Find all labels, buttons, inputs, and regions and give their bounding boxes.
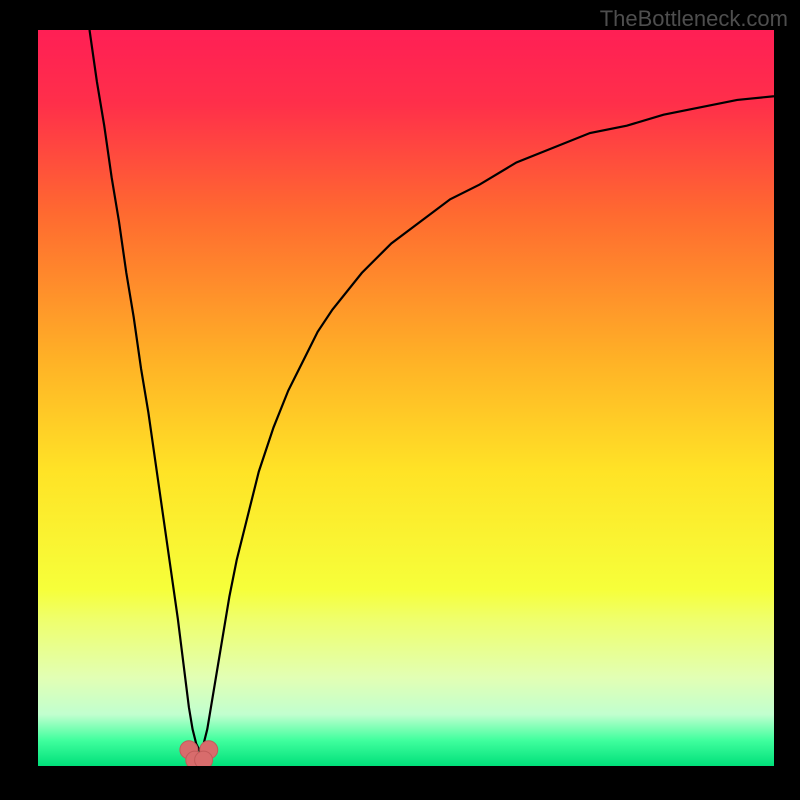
watermark-text: TheBottleneck.com <box>600 6 788 32</box>
plot-area <box>38 30 774 766</box>
optimum-marker <box>195 751 213 766</box>
bottleneck-chart <box>38 30 774 766</box>
heat-gradient-background <box>38 30 774 766</box>
chart-viewport: TheBottleneck.com <box>0 0 800 800</box>
